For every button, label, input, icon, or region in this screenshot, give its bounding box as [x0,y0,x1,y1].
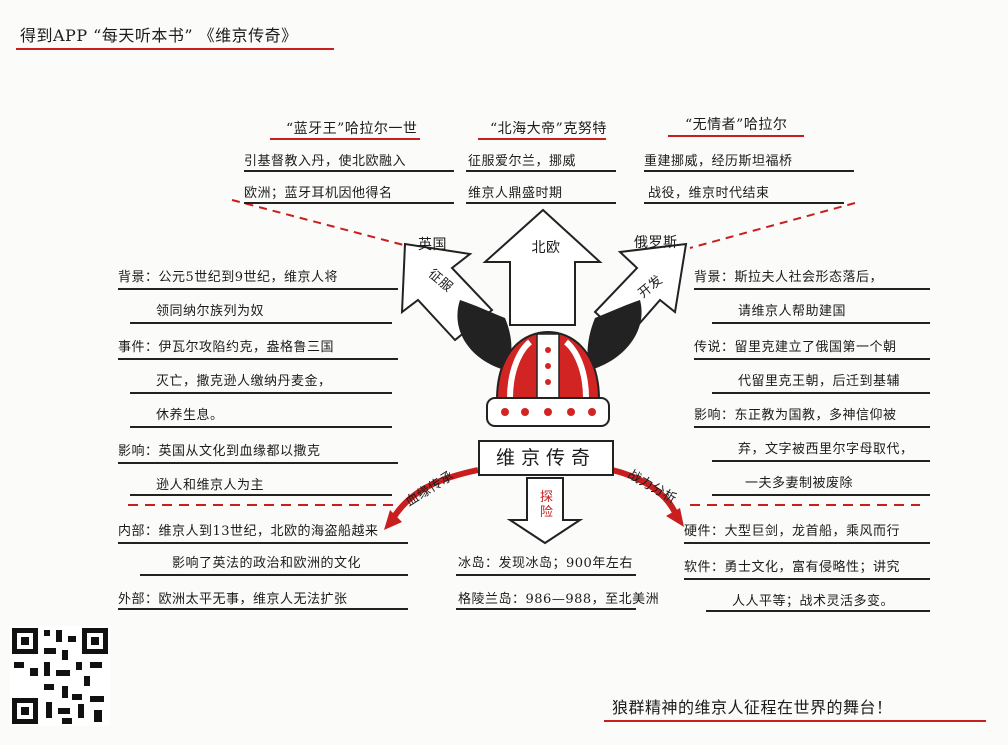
panel-top-right-line: 战役，维京时代结束 [648,186,770,201]
right-item-line: 背景：斯拉夫人社会形态落后， [694,270,884,285]
right-item-line: 请维京人帮助建国 [738,304,847,319]
bottom-left-line: 外部：欧洲太平无事，维京人无法扩张 [118,592,348,607]
panel-top-left-line: 引基督教入丹，使北欧融入 [244,154,407,169]
title-underline [16,48,334,50]
arrow-russia-label: 俄罗斯 [634,235,678,251]
qr-code [10,626,110,726]
mind-map-page: 得到APP “每天听本书” 《维京传奇》 “蓝牙王”哈拉尔一世 引基督教入丹，使… [0,0,1008,745]
panel-top-center-title: “北海大帝”克努特 [490,121,607,137]
bottom-center-line: 格陵兰岛：986—988，至北美洲 [458,592,660,607]
left-item-line: 灭亡，撒克逊人缴纳丹麦金， [156,374,332,389]
right-item-line: 弃，文字被西里尔字母取代， [738,442,914,457]
left-item-line: 逊人和维京人为主 [156,478,265,493]
branch-center-label: 探险 [540,490,554,520]
left-item-line: 休养生息。 [156,408,224,423]
left-item-line: 影响：英国从文化到血缘都以撒克 [118,444,321,459]
footer-slogan: 狼群精神的维京人征程在世界的舞台！ [612,698,893,717]
panel-top-right-title: “无情者”哈拉尔 [685,117,788,133]
bottom-left-line: 影响了英法的政治和欧洲的文化 [172,556,362,571]
bottom-right-line: 硬件：大型巨剑，龙首船，乘风而行 [684,524,901,539]
page-title: 得到APP “每天听本书” 《维京传奇》 [20,26,298,45]
center-topic-box: 维京传奇 [478,440,614,476]
panel-top-left-title: “蓝牙王”哈拉尔一世 [286,121,418,137]
right-item-line: 一夫多妻制被废除 [745,476,854,491]
panel-top-left-line: 欧洲；蓝牙耳机因他得名 [244,186,393,201]
center-topic-label: 维京传奇 [495,447,596,469]
left-item-line: 背景：公元5世纪到9世纪，维京人将 [118,270,339,285]
connector-right-dashed [689,202,856,249]
panel-top-center-line: 维京人鼎盛时期 [468,186,563,201]
helmet-horn-left [457,300,512,370]
right-item-line: 传说：留里克建立了俄国第一个朝 [694,340,897,355]
right-item-line: 影响：东正教为国教，多神信仰被 [694,408,897,423]
arrow-england-label: 英国 [418,237,447,253]
left-item-line: 事件：伊瓦尔攻陷约克，盎格鲁三国 [118,340,335,355]
connector-left-dashed [231,199,416,249]
left-item-line: 领同纳尔族列为奴 [156,304,265,319]
arrow-north-label: 北欧 [531,240,561,256]
right-item-line: 代留里克王朝，后迁到基辅 [738,374,901,389]
arrow-north [482,208,603,326]
bottom-right-line: 人人平等；战术灵活多变。 [732,594,895,609]
bottom-left-line: 内部：维京人到13世纪，北欧的海盗船越来 [118,524,379,539]
bottom-center-line: 冰岛：发现冰岛；900年左右 [458,556,633,571]
panel-top-right-line: 重建挪威，经历斯坦福桥 [644,154,793,169]
footer-underline [604,720,986,722]
panel-top-center-line: 征服爱尔兰，挪威 [468,154,577,169]
bottom-right-line: 软件：勇士文化，富有侵略性；讲究 [684,560,901,575]
